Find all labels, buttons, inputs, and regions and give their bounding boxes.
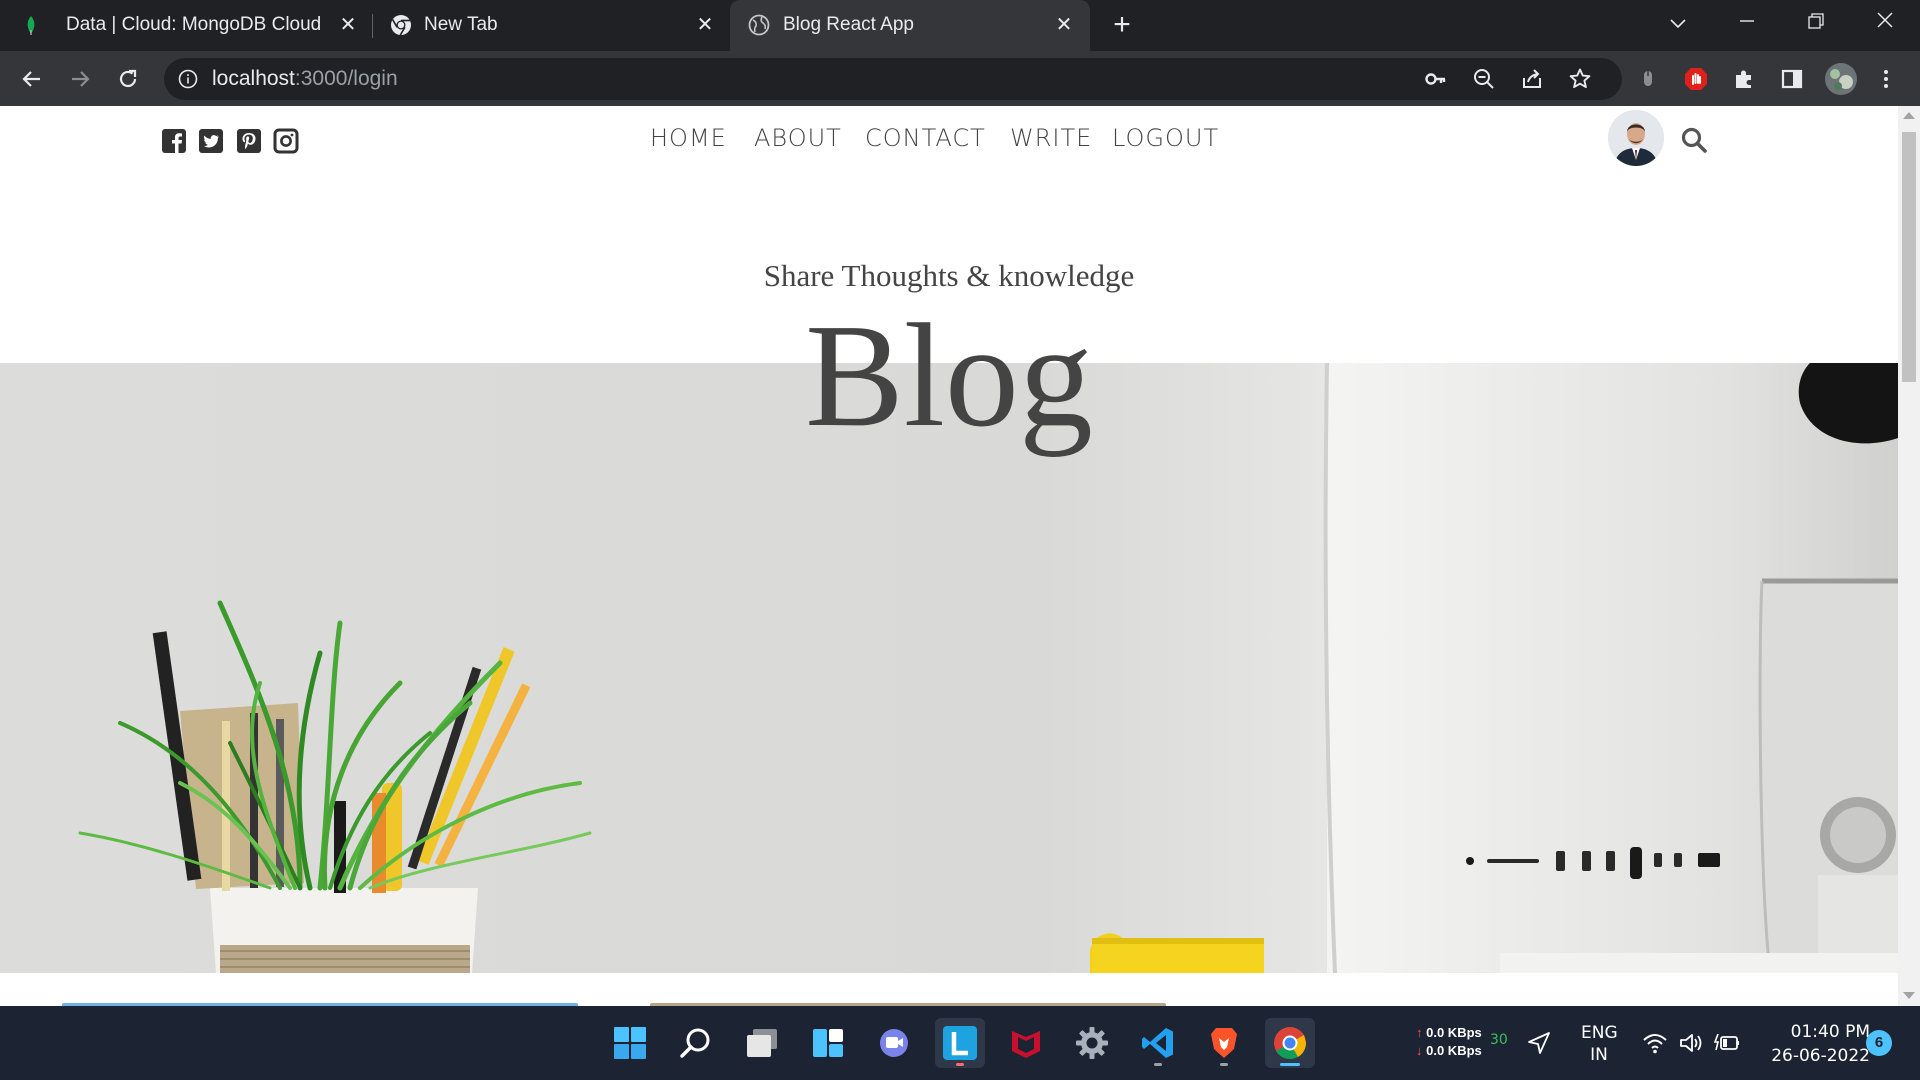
input-language[interactable]: ENG IN — [1581, 1022, 1618, 1066]
scroll-up-arrow-icon[interactable] — [1903, 112, 1915, 119]
url-host: localhost — [212, 67, 295, 90]
menu-kebab-icon[interactable] — [1870, 63, 1902, 95]
pinterest-icon[interactable] — [236, 128, 262, 154]
twitter-icon[interactable] — [198, 128, 224, 154]
windows-start-icon[interactable] — [605, 1018, 655, 1068]
vscode-icon[interactable] — [1133, 1018, 1183, 1068]
reload-icon[interactable] — [112, 63, 144, 95]
share-icon[interactable] — [1516, 63, 1548, 95]
tab-search-chevron-icon[interactable] — [1658, 8, 1698, 38]
mcafee-icon[interactable] — [1001, 1018, 1051, 1068]
net-download-speed: 0.0 KBps — [1426, 1043, 1482, 1058]
wifi-icon[interactable] — [1638, 1020, 1672, 1066]
chrome-taskbar-icon[interactable] — [1265, 1018, 1315, 1068]
tab-title: Blog React App — [783, 14, 914, 35]
clock-time: 01:40 PM — [1790, 1022, 1870, 1042]
browser-tab-strip: Data | Cloud: MongoDB Cloud ✕ New Tab ✕ … — [0, 0, 1920, 51]
net-upload-speed: 0.0 KBps — [1426, 1025, 1482, 1040]
clock-date: 26-06-2022 — [1771, 1046, 1870, 1066]
running-indicator — [1220, 1063, 1228, 1066]
windows-taskbar: ↑ 0.0 KBps ↓ 0.0 KBps 30 ENG IN 01:40 PM… — [0, 1006, 1920, 1080]
tab-blog-react-app[interactable]: Blog React App ✕ — [730, 0, 1090, 51]
brave-browser-icon[interactable] — [1199, 1018, 1249, 1068]
profile-avatar-icon[interactable] — [1822, 60, 1860, 98]
running-indicator — [956, 1063, 964, 1066]
settings-gear-icon[interactable] — [1067, 1018, 1117, 1068]
close-window-icon[interactable] — [1865, 8, 1905, 38]
back-arrow-icon[interactable] — [16, 63, 48, 95]
notification-badge[interactable]: 6 — [1866, 1030, 1892, 1056]
tab-title: Data | Cloud: MongoDB Cloud — [66, 14, 322, 35]
task-view-icon[interactable] — [737, 1018, 787, 1068]
volume-icon[interactable] — [1674, 1020, 1708, 1066]
instagram-icon[interactable] — [273, 128, 299, 154]
close-tab-icon[interactable]: ✕ — [1051, 12, 1077, 38]
hero-title: Blog — [805, 294, 1093, 458]
search-icon[interactable] — [1680, 126, 1708, 154]
running-indicator — [1154, 1063, 1162, 1066]
nav-logout-link[interactable]: LOGOUT — [1112, 124, 1219, 152]
tab-mongodb[interactable]: Data | Cloud: MongoDB Cloud ✕ — [0, 0, 370, 51]
teams-chat-icon[interactable] — [869, 1018, 919, 1068]
tab-title: New Tab — [424, 14, 498, 35]
scroll-down-arrow-icon[interactable] — [1903, 992, 1915, 999]
language-code: ENG — [1581, 1023, 1618, 1043]
chrome-icon — [391, 15, 411, 36]
mongodb-leaf-icon — [27, 16, 35, 35]
web-page: HOME ABOUT CONTACT WRITE LOGOUT Share Th… — [0, 106, 1898, 1006]
widgets-icon[interactable] — [803, 1018, 853, 1068]
nav-about-link[interactable]: ABOUT — [754, 124, 842, 152]
nav-write-link[interactable]: WRITE — [1010, 124, 1092, 152]
launcher-l-icon[interactable] — [935, 1018, 985, 1068]
nav-contact-link[interactable]: CONTACT — [865, 124, 986, 152]
site-info-icon[interactable] — [178, 69, 198, 89]
facebook-icon[interactable] — [161, 128, 187, 154]
globe-icon — [748, 14, 770, 36]
network-speed-meter: ↑ 0.0 KBps ↓ 0.0 KBps — [1416, 1025, 1482, 1058]
minimize-icon[interactable] — [1727, 8, 1767, 38]
zoom-out-icon[interactable] — [1468, 63, 1500, 95]
restore-icon[interactable] — [1796, 8, 1836, 38]
nav-home-link[interactable]: HOME — [650, 124, 727, 152]
clock[interactable]: 01:40 PM 26-06-2022 — [1756, 1020, 1870, 1068]
new-tab-button[interactable]: + — [1106, 10, 1138, 42]
forward-arrow-icon[interactable] — [64, 63, 96, 95]
url-path: :3000/login — [294, 67, 398, 90]
close-tab-icon[interactable]: ✕ — [692, 12, 718, 38]
adblock-hand-icon[interactable] — [1680, 63, 1712, 95]
location-arrow-icon[interactable] — [1516, 1020, 1562, 1066]
region-code: IN — [1590, 1045, 1608, 1065]
address-bar[interactable]: localhost:3000/login — [164, 58, 1622, 100]
bookmark-star-icon[interactable] — [1564, 63, 1596, 95]
search-taskbar-icon[interactable] — [671, 1018, 721, 1068]
net-meter-extra: 30 — [1490, 1032, 1508, 1048]
running-indicator — [1280, 1063, 1300, 1066]
close-tab-icon[interactable]: ✕ — [335, 12, 361, 38]
tab-new-tab[interactable]: New Tab ✕ — [374, 0, 728, 51]
extensions-puzzle-icon[interactable] — [1728, 63, 1760, 95]
tab-separator — [372, 14, 373, 38]
key-icon[interactable] — [1420, 63, 1452, 95]
browser-toolbar: localhost:3000/login — [0, 51, 1920, 106]
scrollbar-thumb[interactable] — [1902, 132, 1916, 382]
url-text: localhost:3000/login — [212, 67, 398, 91]
battery-charging-icon[interactable] — [1710, 1020, 1744, 1066]
page-scrollbar[interactable] — [1898, 106, 1920, 1006]
user-avatar[interactable] — [1608, 110, 1664, 166]
extension-mouse-icon[interactable] — [1632, 63, 1664, 95]
side-panel-icon[interactable] — [1776, 63, 1808, 95]
